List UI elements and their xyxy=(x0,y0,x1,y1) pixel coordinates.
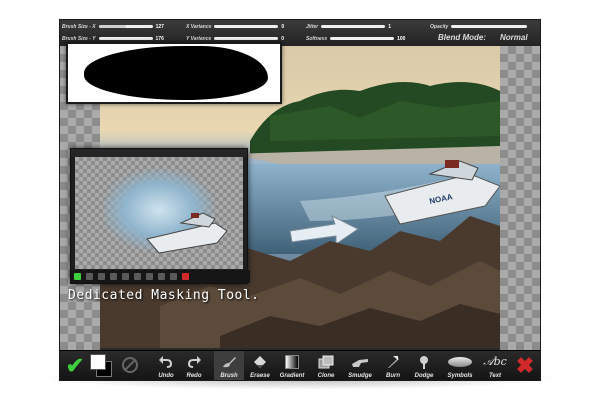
opacity-label: Opacity xyxy=(430,23,449,30)
editor-window: Brush Size - X 127 Brush Size - Y 176 X … xyxy=(60,20,540,380)
tool-label: Eraese xyxy=(250,373,270,379)
tool-gradient[interactable]: Gradient xyxy=(276,351,308,380)
tool-text[interactable]: 𝒜bc Text xyxy=(480,351,510,380)
brush-size-x-track[interactable] xyxy=(98,25,153,28)
tool-label: Smudge xyxy=(348,373,372,379)
brush-size-x-value: 127 xyxy=(155,23,164,30)
inset-tool-icon xyxy=(122,273,129,280)
feature-caption: Dedicated Masking Tool. xyxy=(68,288,260,303)
y-variance-value: 0 xyxy=(281,35,285,42)
clone-icon xyxy=(318,351,334,373)
jitter-label: Jitter xyxy=(306,23,319,30)
x-variance-track[interactable] xyxy=(214,25,279,28)
burn-icon xyxy=(386,351,400,373)
softness-slider[interactable]: Softness 100 xyxy=(306,33,405,44)
brush-icon xyxy=(221,351,237,373)
inset-ok-icon xyxy=(74,273,81,280)
inset-toolbar xyxy=(71,270,250,283)
masking-tool-inset xyxy=(70,148,250,284)
redo-button[interactable]: Redo xyxy=(180,351,208,380)
brush-size-x-slider[interactable]: Brush Size - X 127 xyxy=(62,21,164,32)
opacity-slider[interactable]: Opacity xyxy=(430,21,528,32)
brush-size-y-track[interactable] xyxy=(98,37,153,40)
tool-bar: ✔ Undo Redo Brush Eraese Gradient Clone … xyxy=(60,350,540,380)
x-variance-slider[interactable]: X Variance 0 xyxy=(186,21,284,32)
inset-tool-icon xyxy=(110,273,117,280)
mask-preview-popup[interactable] xyxy=(66,42,282,104)
smudge-icon xyxy=(351,351,369,373)
jitter-slider[interactable]: Jitter 1 xyxy=(306,21,391,32)
softness-track[interactable] xyxy=(330,37,395,40)
blend-mode-select[interactable]: Normal xyxy=(500,33,528,42)
y-variance-track[interactable] xyxy=(214,37,279,40)
inset-boat xyxy=(146,212,228,254)
inset-tool-icon xyxy=(146,273,153,280)
tool-smudge[interactable]: Smudge xyxy=(344,351,376,380)
inset-cancel-icon xyxy=(182,273,189,280)
brush-size-y-value: 176 xyxy=(155,35,164,42)
redo-label: Redo xyxy=(186,373,202,379)
blend-mode-label: Blend Mode: xyxy=(438,33,486,42)
symbols-icon xyxy=(448,351,472,373)
tool-label: Symbols xyxy=(447,373,473,379)
tool-clone[interactable]: Clone xyxy=(312,351,340,380)
eraser-icon xyxy=(253,351,267,373)
tool-label: Text xyxy=(488,373,502,379)
undo-label: Undo xyxy=(158,373,174,379)
softness-value: 100 xyxy=(397,35,406,42)
jitter-track[interactable] xyxy=(321,25,386,28)
x-variance-label: X Variance xyxy=(186,23,212,30)
inset-tool-icon xyxy=(98,273,105,280)
cancel-x-icon[interactable]: ✖ xyxy=(512,353,538,379)
tool-label: Gradient xyxy=(279,373,305,379)
tool-burn[interactable]: Burn xyxy=(380,351,406,380)
inset-tool-icon xyxy=(86,273,93,280)
undo-button[interactable]: Undo xyxy=(152,351,180,380)
inset-canvas xyxy=(75,157,243,269)
no-color-icon[interactable] xyxy=(122,357,138,373)
inset-tool-icon xyxy=(158,273,165,280)
y-variance-label: Y Variance xyxy=(186,35,212,42)
transparent-area-right xyxy=(500,46,540,350)
brush-size-y-label: Brush Size - Y xyxy=(62,35,96,42)
tool-symbols[interactable]: Symbols xyxy=(442,351,478,380)
inset-tool-icon xyxy=(134,273,141,280)
dodge-icon xyxy=(417,351,431,373)
brush-size-x-label: Brush Size - X xyxy=(62,23,96,30)
inset-settings-bar xyxy=(71,149,247,157)
tool-dodge[interactable]: Dodge xyxy=(410,351,438,380)
opacity-track[interactable] xyxy=(451,25,528,28)
x-variance-value: 0 xyxy=(281,23,285,30)
tool-label: Brush xyxy=(220,373,238,379)
jitter-value: 1 xyxy=(388,23,392,30)
tool-label: Dodge xyxy=(414,373,434,379)
mask-shape xyxy=(84,46,268,100)
redo-icon xyxy=(187,351,201,373)
inset-tool-icon xyxy=(170,273,177,280)
tool-label: Burn xyxy=(386,373,400,379)
gradient-icon xyxy=(285,351,299,373)
confirm-check-icon[interactable]: ✔ xyxy=(62,353,88,379)
tool-label: Clone xyxy=(317,373,335,379)
softness-label: Softness xyxy=(306,35,328,42)
undo-icon xyxy=(159,351,173,373)
tool-eraser[interactable]: Eraese xyxy=(246,351,274,380)
text-icon: 𝒜bc xyxy=(483,355,507,368)
tool-brush[interactable]: Brush xyxy=(214,351,244,380)
foreground-color-swatch[interactable] xyxy=(90,354,106,370)
